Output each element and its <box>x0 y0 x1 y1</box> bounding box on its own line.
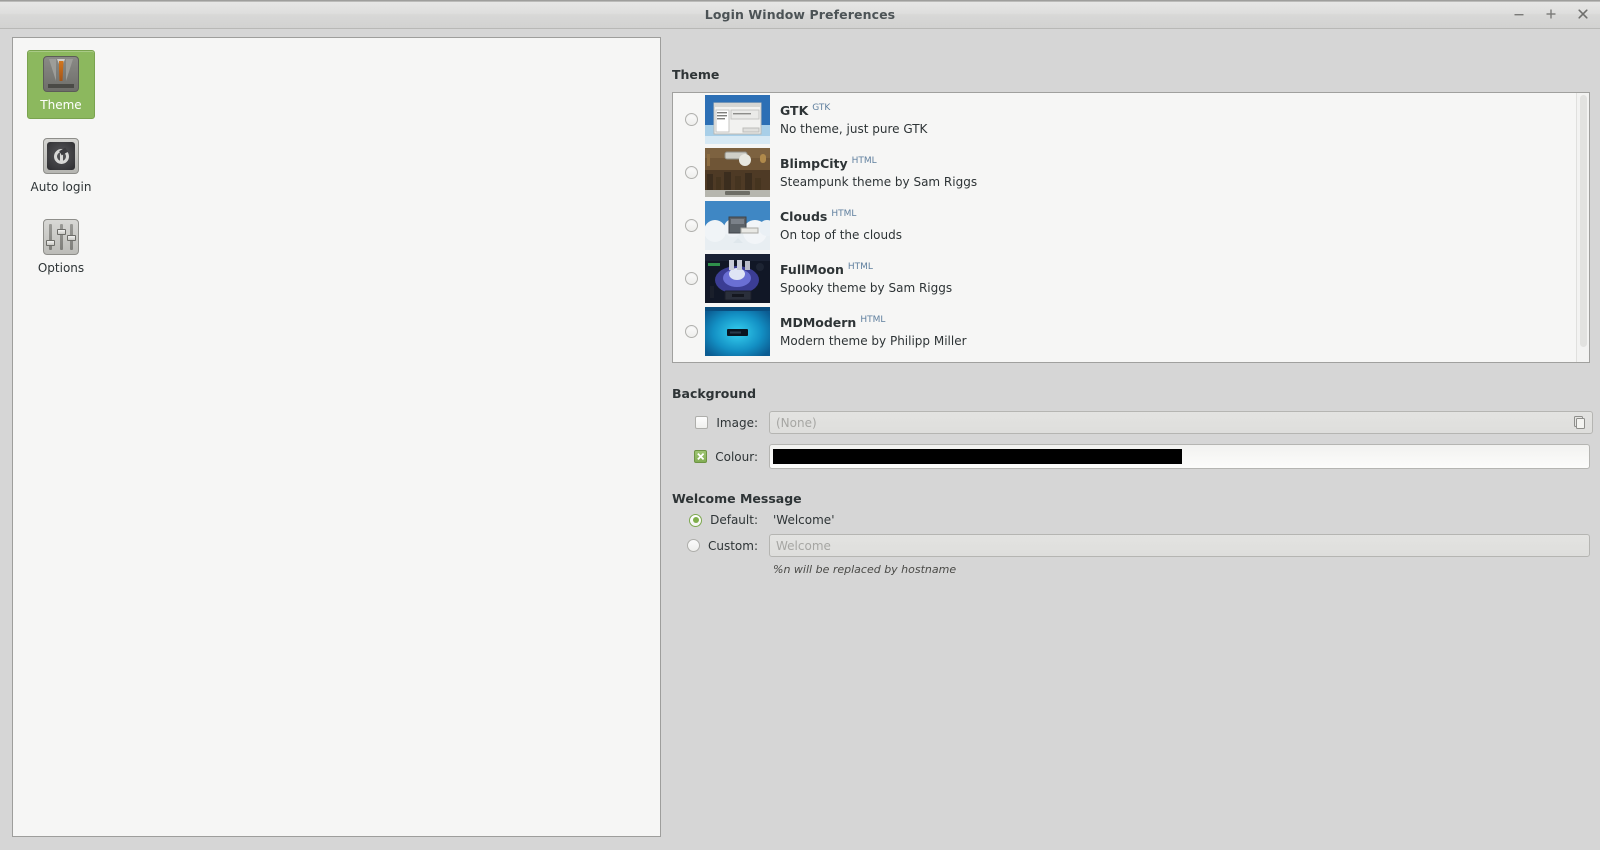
sidebar-item-theme-label: Theme <box>40 98 82 112</box>
theme-list-body: GTK GTK No theme, just pure GTK BlimpCit… <box>673 93 1576 362</box>
window-title: Login Window Preferences <box>704 6 896 22</box>
sidebar-container: Theme Auto login Options <box>0 37 663 837</box>
sidebar-item-options-label: Options <box>37 261 85 275</box>
theme-list-item[interactable]: MDModern HTML Modern theme by Philipp Mil… <box>673 305 1576 358</box>
theme-section-title: Theme <box>672 67 720 82</box>
welcome-hint: %n will be replaced by hostname <box>773 563 957 576</box>
welcome-default-row: Default: 'Welcome' <box>672 513 1590 527</box>
theme-radio-blimpcity[interactable] <box>685 166 698 179</box>
welcome-custom-label-cell: Custom: <box>672 539 769 553</box>
background-colour-label-cell: Colour: <box>672 450 769 464</box>
theme-radio-cell <box>678 325 705 338</box>
theme-list-item[interactable]: GTK GTK No theme, just pure GTK <box>673 93 1576 146</box>
background-image-input-wrap: (None) <box>769 411 1593 434</box>
theme-item-description: On top of the clouds <box>780 227 902 242</box>
theme-list-item[interactable]: FullMoon HTML Spooky theme by Sam Riggs <box>673 252 1576 305</box>
theme-thumbnail-fullmoon <box>705 254 770 303</box>
theme-list[interactable]: GTK GTK No theme, just pure GTK BlimpCit… <box>672 92 1590 363</box>
sidebar: Theme Auto login Options <box>12 37 661 837</box>
theme-item-text: GTK GTK No theme, just pure GTK <box>780 102 927 137</box>
theme-radio-cell <box>678 272 705 285</box>
scrollbar-thumb[interactable] <box>1580 95 1587 347</box>
welcome-default-radio[interactable] <box>689 513 703 527</box>
welcome-custom-row: Custom: Welcome <box>672 534 1590 557</box>
welcome-section-title: Welcome Message <box>672 491 802 506</box>
theme-radio-clouds[interactable] <box>685 219 698 232</box>
theme-list-item[interactable]: BlimpCity HTML Steampunk theme by Sam Rig… <box>673 146 1576 199</box>
welcome-default-label-cell: Default: <box>672 513 769 527</box>
theme-item-text: BlimpCity HTML Steampunk theme by Sam Rig… <box>780 155 977 190</box>
file-chooser-icon[interactable] <box>1569 411 1590 434</box>
app-body: Theme Auto login Options Theme GTK GTK N… <box>0 29 1600 850</box>
background-colour-swatch <box>773 449 1182 464</box>
welcome-custom-placeholder: Welcome <box>776 538 831 553</box>
background-image-checkbox[interactable] <box>695 416 709 429</box>
theme-item-kind: HTML <box>831 208 857 219</box>
theme-item-name: GTK <box>780 102 809 118</box>
theme-item-name: BlimpCity <box>780 155 848 171</box>
theme-list-scrollbar[interactable] <box>1576 93 1589 362</box>
theme-thumbnail-mdmodern <box>705 307 770 356</box>
theme-item-kind: HTML <box>860 314 886 325</box>
background-colour-checkbox[interactable] <box>694 450 708 463</box>
background-colour-row: Colour: <box>672 444 1590 469</box>
background-colour-button[interactable] <box>769 444 1590 469</box>
minimize-icon[interactable] <box>1510 5 1528 23</box>
sidebar-item-auto-login[interactable]: Auto login <box>27 133 95 200</box>
background-image-label-cell: Image: <box>672 416 769 430</box>
theme-item-description: No theme, just pure GTK <box>780 121 928 136</box>
theme-radio-cell <box>678 166 705 179</box>
welcome-custom-label: Custom: <box>707 538 758 553</box>
background-section: Background Image: (None) Colour: <box>672 386 1593 469</box>
background-image-input[interactable]: (None) <box>769 411 1593 434</box>
sidebar-item-theme[interactable]: Theme <box>27 50 95 119</box>
theme-item-kind: GTK <box>812 102 831 113</box>
suit-icon <box>43 56 79 92</box>
theme-item-text: Clouds HTML On top of the clouds <box>780 208 902 243</box>
theme-item-description: Steampunk theme by Sam Riggs <box>780 174 978 189</box>
theme-radio-cell <box>678 113 705 126</box>
window-controls <box>1510 0 1592 28</box>
welcome-default-value: 'Welcome' <box>773 513 835 527</box>
theme-item-name: Clouds <box>780 208 828 224</box>
theme-item-kind: HTML <box>847 261 873 272</box>
welcome-message-section: Welcome Message Default: 'Welcome' Custo… <box>672 491 1590 576</box>
sidebar-item-options[interactable]: Options <box>27 214 95 281</box>
background-image-row: Image: (None) <box>672 411 1593 434</box>
content-pane: Theme GTK GTK No theme, just pure GTK Bl… <box>663 37 1600 837</box>
theme-item-description: Modern theme by Philipp Miller <box>780 333 967 348</box>
theme-radio-cell <box>678 219 705 232</box>
welcome-default-label: Default: <box>710 513 758 527</box>
theme-item-description: Spooky theme by Sam Riggs <box>780 280 953 295</box>
welcome-custom-input[interactable]: Welcome <box>769 534 1590 557</box>
background-image-label: Image: <box>716 415 758 430</box>
theme-radio-mdmodern[interactable] <box>685 325 698 338</box>
maximize-icon[interactable] <box>1542 5 1560 23</box>
title-bar: Login Window Preferences <box>0 0 1600 29</box>
theme-item-name: MDModern <box>780 314 857 330</box>
background-image-value: (None) <box>776 415 817 430</box>
theme-thumbnail-blimpcity <box>705 148 770 197</box>
theme-list-item[interactable]: Clouds HTML On top of the clouds <box>673 199 1576 252</box>
theme-item-text: MDModern HTML Modern theme by Philipp Mil… <box>780 314 967 349</box>
sidebar-item-auto-login-label: Auto login <box>30 180 92 194</box>
power-icon <box>43 138 79 174</box>
theme-radio-gtk[interactable] <box>685 113 698 126</box>
theme-item-text: FullMoon HTML Spooky theme by Sam Riggs <box>780 261 952 296</box>
theme-item-kind: HTML <box>851 155 877 166</box>
theme-radio-fullmoon[interactable] <box>685 272 698 285</box>
sliders-icon <box>43 219 79 255</box>
close-icon[interactable] <box>1574 5 1592 23</box>
theme-item-name: FullMoon <box>780 261 844 277</box>
background-colour-label: Colour: <box>715 449 758 464</box>
theme-thumbnail-clouds <box>705 201 770 250</box>
background-section-title: Background <box>672 386 757 401</box>
theme-thumbnail-gtk <box>705 95 770 144</box>
welcome-custom-radio[interactable] <box>686 539 700 552</box>
